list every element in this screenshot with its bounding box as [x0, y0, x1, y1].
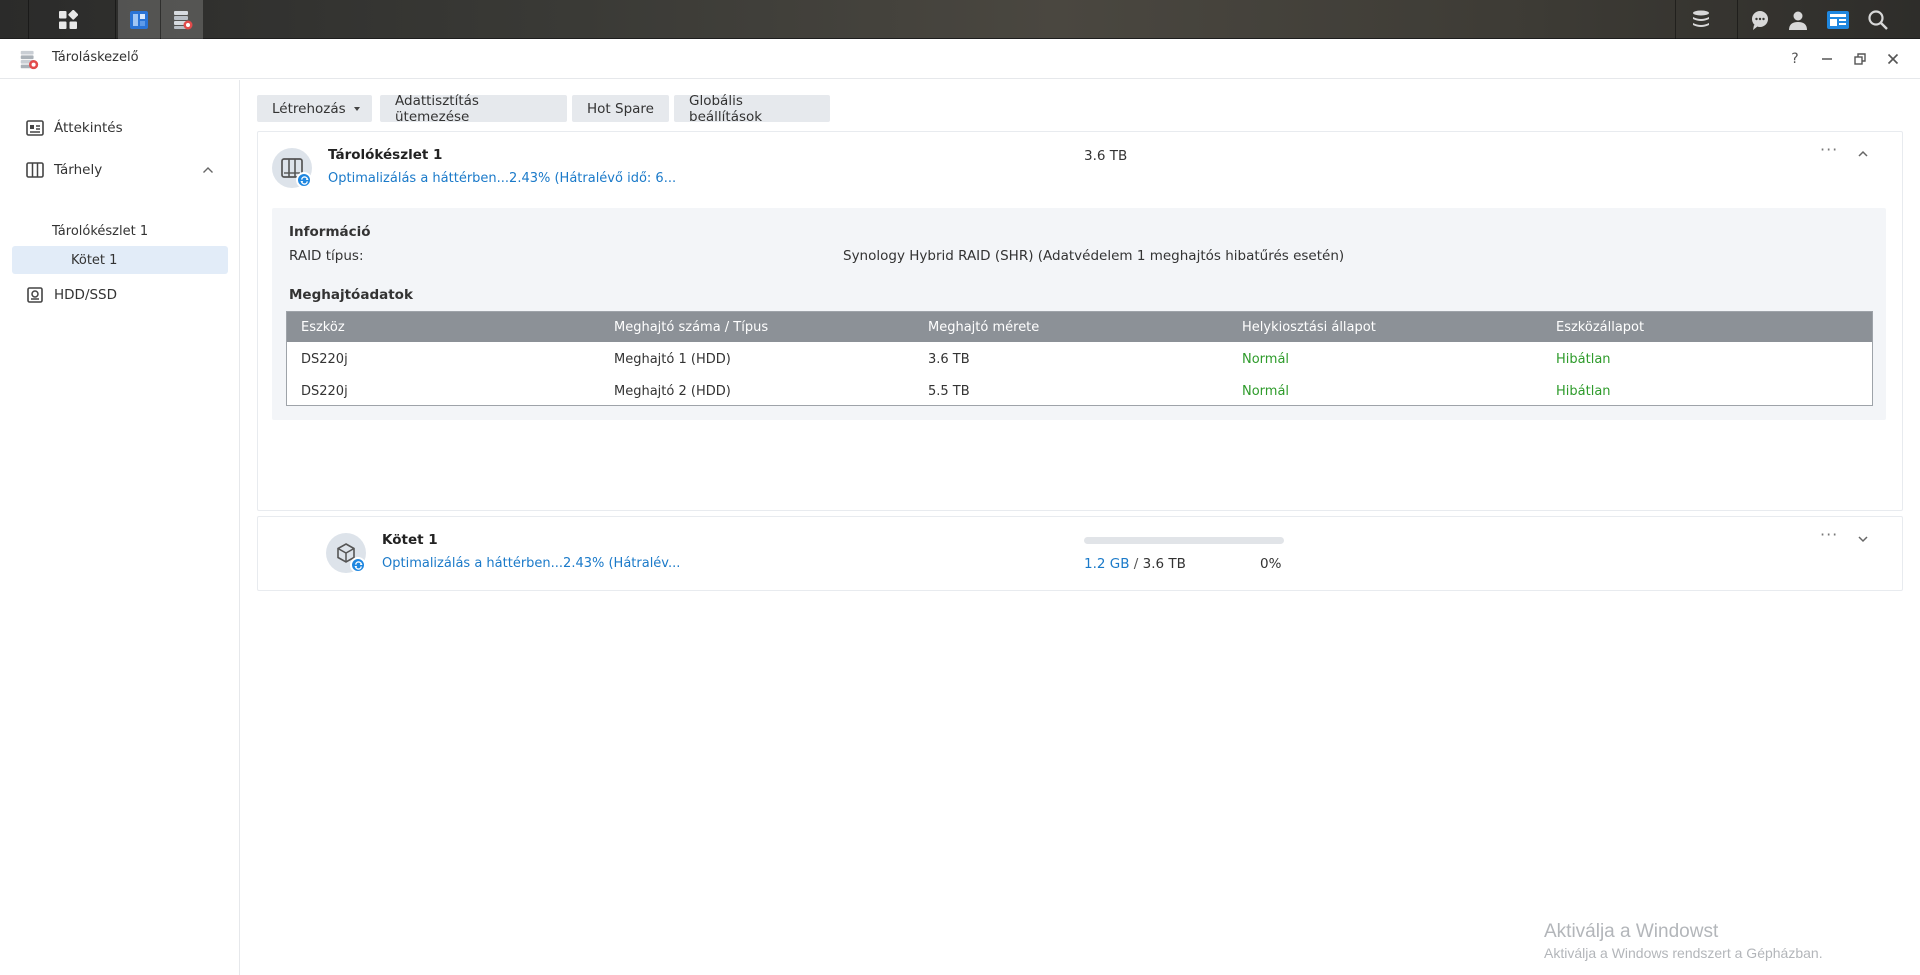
pool-info-panel: Információ RAID típus: Synology Hybrid R…	[272, 208, 1886, 420]
volume-icon	[326, 533, 366, 573]
window-titlebar[interactable]: Tároláskezelő ?	[0, 39, 1920, 79]
cell-health-status: Hibátlan	[1556, 352, 1611, 367]
sidebar-item-label: Áttekintés	[54, 120, 123, 136]
chevron-up-icon[interactable]	[202, 166, 214, 174]
sidebar-item-overview[interactable]: Áttekintés	[12, 114, 228, 142]
chat-button[interactable]	[1740, 0, 1780, 39]
sidebar: Áttekintés Tárhely Tárolókészlet 1 Kötet…	[0, 80, 240, 975]
taskbar-divider	[28, 0, 29, 39]
storage-manager-icon	[20, 50, 39, 70]
minimize-button[interactable]	[1816, 48, 1838, 70]
main-menu-button[interactable]	[45, 0, 91, 39]
user-icon	[1789, 11, 1807, 30]
create-button[interactable]: Létrehozás	[257, 95, 372, 122]
volume-total: 3.6 TB	[1142, 556, 1186, 572]
pool-status-link[interactable]: Optimalizálás a háttérben...2.43% (Hátra…	[328, 171, 676, 186]
storage-manager-icon	[174, 10, 193, 29]
cell-device: DS220j	[301, 384, 348, 399]
storage-manager-window: Tároláskezelő ? Áttekintés Tárhely Tárol…	[0, 39, 1920, 975]
sync-badge-icon	[296, 172, 312, 188]
chat-bubble-icon	[1752, 10, 1768, 30]
user-button[interactable]	[1778, 0, 1818, 39]
cell-size: 3.6 TB	[928, 352, 970, 367]
help-button[interactable]: ?	[1784, 48, 1806, 70]
sidebar-item-volume[interactable]: Kötet 1	[12, 246, 228, 274]
restore-icon	[1854, 53, 1866, 65]
sidebar-item-hdd[interactable]: HDD/SSD	[12, 281, 228, 309]
volume-usage-bar	[1084, 537, 1284, 544]
scrub-schedule-button[interactable]: Adattisztítás ütemezése	[380, 93, 567, 125]
column-header: Meghajtó mérete	[928, 320, 1040, 335]
sidebar-item-pool[interactable]: Tárolókészlet 1	[52, 224, 148, 239]
info-section-title: Információ	[289, 224, 371, 240]
taskbar-dsm-button[interactable]	[1681, 0, 1721, 39]
search-icon	[1868, 9, 1888, 30]
taskbar-divider	[1675, 0, 1676, 39]
column-header: Helykiosztási állapot	[1242, 320, 1376, 335]
chevron-up-icon[interactable]	[1856, 147, 1870, 161]
global-settings-button[interactable]: Globális beállítások	[674, 93, 830, 125]
widgets-icon	[1827, 10, 1849, 29]
windows-activation-subtitle: Aktiválja a Windows rendszert a Gépházba…	[1544, 945, 1823, 961]
pool-name: Tárolókészlet 1	[328, 147, 443, 163]
raid-type-value: Synology Hybrid RAID (SHR) (Adatvédelem …	[843, 248, 1345, 264]
volume-usage-text: 1.2 GB / 3.6 TB	[1084, 556, 1186, 572]
windows-activation-title: Aktiválja a Windowst	[1544, 921, 1719, 942]
drives-section-title: Meghajtóadatok	[289, 287, 413, 303]
raid-type-label: RAID típus:	[289, 248, 364, 264]
drive-table-header: Eszköz Meghajtó száma / Típus Meghajtó m…	[287, 312, 1872, 342]
restore-button[interactable]	[1849, 48, 1871, 70]
window-title: Tároláskezelő	[52, 50, 139, 65]
taskbar-app-storage[interactable]	[161, 0, 203, 39]
volume-more-button[interactable]: ···	[1820, 525, 1838, 544]
taskbar-app-package[interactable]	[118, 0, 160, 39]
cell-alloc-status: Normál	[1242, 352, 1290, 367]
cell-drive: Meghajtó 1 (HDD)	[614, 352, 731, 367]
volume-card[interactable]: Kötet 1 Optimalizálás a háttérben...2.43…	[257, 516, 1903, 591]
volume-usage-percent: 0%	[1260, 556, 1282, 572]
taskbar-divider	[115, 0, 116, 39]
storage-pool-card[interactable]: Tárolókészlet 1 Optimalizálás a háttérbe…	[257, 131, 1903, 511]
dsm-taskbar	[0, 0, 1920, 39]
pool-more-button[interactable]: ···	[1820, 140, 1838, 159]
volume-usage-separator: /	[1133, 556, 1139, 572]
chevron-down-icon[interactable]	[1856, 532, 1870, 546]
sidebar-item-label: HDD/SSD	[54, 287, 118, 303]
overview-icon	[26, 119, 44, 137]
caret-down-icon	[353, 106, 360, 111]
pool-size: 3.6 TB	[1084, 148, 1128, 164]
minimize-icon	[1822, 58, 1832, 60]
cell-size: 5.5 TB	[928, 384, 970, 399]
sync-badge-icon	[350, 557, 366, 573]
drive-table: Eszköz Meghajtó száma / Típus Meghajtó m…	[286, 311, 1873, 406]
column-header: Eszköz	[301, 320, 345, 335]
column-header: Eszközállapot	[1556, 320, 1645, 335]
volume-name: Kötet 1	[382, 532, 438, 548]
close-button[interactable]	[1882, 48, 1904, 70]
sidebar-item-label: Kötet 1	[71, 252, 118, 268]
disk-stack-icon	[1693, 10, 1709, 27]
package-center-icon	[130, 10, 148, 29]
storage-pool-icon	[272, 148, 312, 188]
create-button-label: Létrehozás	[272, 100, 346, 117]
main-content: Létrehozás Adattisztítás ütemezése Hot S…	[241, 80, 1920, 975]
volume-status-link[interactable]: Optimalizálás a háttérben...2.43% (Hátra…	[382, 556, 680, 571]
cell-device: DS220j	[301, 352, 348, 367]
search-button[interactable]	[1858, 0, 1898, 39]
cell-drive: Meghajtó 2 (HDD)	[614, 384, 731, 399]
sidebar-item-label: Tárhely	[54, 162, 103, 178]
storage-icon	[26, 161, 44, 179]
widgets-button[interactable]	[1818, 0, 1858, 39]
hot-spare-button[interactable]: Hot Spare	[572, 95, 669, 122]
cell-alloc-status: Normál	[1242, 384, 1290, 399]
close-icon	[1887, 53, 1899, 65]
column-header: Meghajtó száma / Típus	[614, 320, 769, 335]
hdd-icon	[26, 286, 44, 304]
sidebar-item-storage[interactable]: Tárhely	[12, 156, 228, 184]
volume-used[interactable]: 1.2 GB	[1084, 556, 1129, 572]
apps-grid-icon	[59, 9, 78, 29]
cell-health-status: Hibátlan	[1556, 384, 1611, 399]
taskbar-divider	[1737, 0, 1738, 39]
